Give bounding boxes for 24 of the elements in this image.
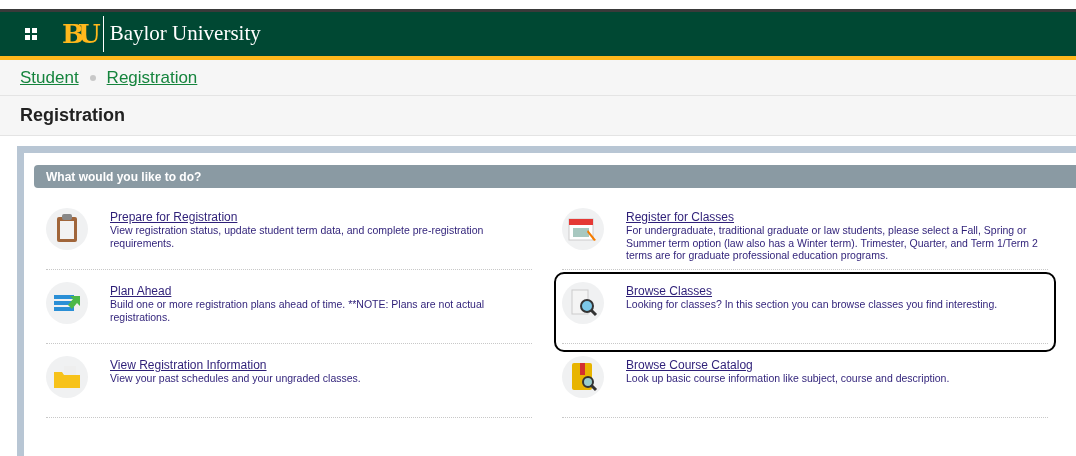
breadcrumb-link[interactable]: Student (20, 64, 79, 91)
action-link[interactable]: Plan Ahead (110, 284, 172, 298)
folder-icon (46, 356, 88, 398)
action-description: Looking for classes? In this section you can browse classes you find interesting. (626, 298, 998, 311)
action-link[interactable]: View Registration Information (110, 358, 267, 372)
clipboard-icon (46, 208, 88, 250)
document-magnifier-icon (562, 282, 604, 324)
logo-mark: BU (62, 21, 95, 47)
action-description: View your past schedules and your ungraded classes. (110, 372, 361, 385)
action-description: For undergraduate, traditional graduate or law students, please select a Fall, Spring or Summer term option (law also has a Winter term). Trimester, Quarter, and Term 1/Term 2 terms are for graduate professional education programs. (626, 224, 1039, 262)
panel-title: What would you like to do? (46, 168, 202, 186)
app-grid-icon[interactable] (25, 28, 37, 40)
action-link[interactable]: Prepare for Registration (110, 210, 238, 224)
action-link[interactable]: Register for Classes (626, 210, 735, 224)
page-title: Registration (20, 104, 125, 127)
action-link[interactable]: Browse Course Catalog (626, 358, 753, 372)
calendar-icon (562, 208, 604, 250)
action-link[interactable]: Browse Classes (626, 284, 713, 298)
book-magnifier-icon (562, 356, 604, 398)
breadcrumb-link[interactable]: Registration (106, 64, 198, 91)
brand-name: Baylor University (109, 20, 261, 48)
action-description: View registration status, update student term data, and complete pre-registration requirements. (110, 224, 485, 249)
action-description: Look up basic course information like subject, course and description. (626, 372, 950, 385)
action-description: Build one or more registration plans ahead of time. **NOTE: Plans are not actual registrations. (110, 298, 486, 323)
